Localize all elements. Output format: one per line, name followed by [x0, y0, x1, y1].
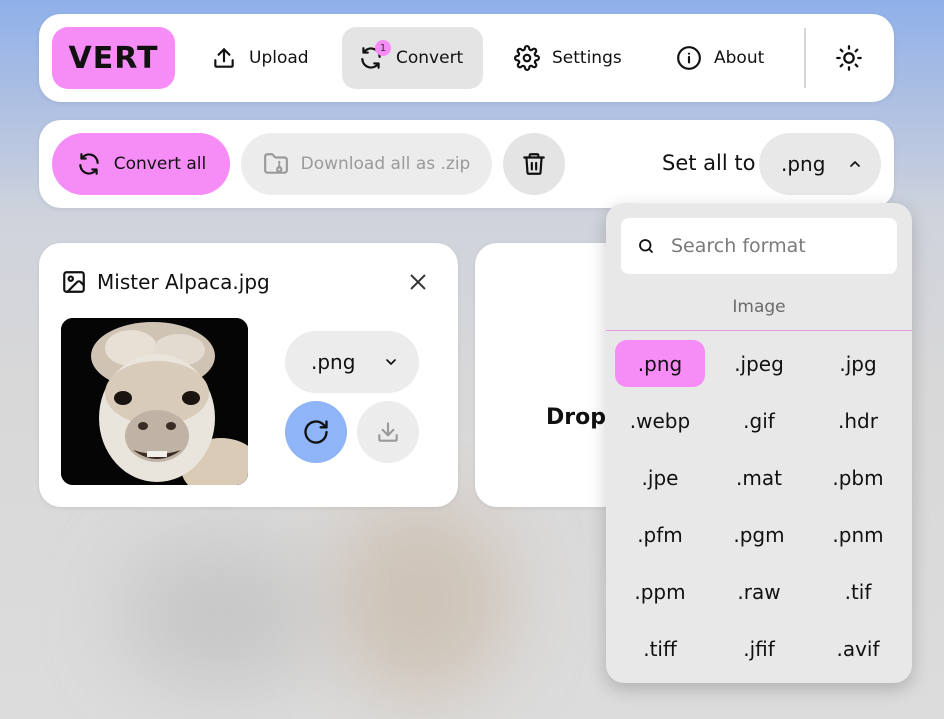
file-thumbnail: [61, 318, 248, 485]
format-option[interactable]: .webp: [615, 397, 705, 444]
format-option[interactable]: .pnm: [813, 511, 903, 558]
image-icon: [63, 271, 85, 293]
chevron-up-icon: [850, 161, 860, 167]
file-title: Mister Alpaca.jpg: [61, 269, 270, 295]
theme-toggle-sun-icon[interactable]: [835, 44, 863, 72]
refresh-icon: [304, 420, 328, 444]
format-option[interactable]: .jfif: [714, 625, 804, 672]
top-navigation: VERT Upload 1 Convert Settings About: [39, 14, 894, 102]
format-option[interactable]: .pgm: [714, 511, 804, 558]
format-option[interactable]: .jpeg: [714, 340, 804, 387]
format-search: [621, 218, 897, 274]
format-option[interactable]: .hdr: [813, 397, 903, 444]
download-file-button[interactable]: [357, 401, 419, 463]
convert-file-button[interactable]: [285, 401, 347, 463]
set-all-value: .png: [781, 152, 826, 176]
nav-convert-label: Convert: [396, 48, 464, 68]
download-zip-label: Download all as .zip: [300, 154, 471, 174]
nav-divider: [804, 28, 806, 88]
file-card: Mister Alpaca.jpg .png: [39, 243, 458, 507]
convert-all-label: Convert all: [113, 154, 207, 174]
nav-about[interactable]: About: [664, 27, 796, 89]
background-blur: [330, 500, 510, 700]
format-options-grid: .png .jpeg .jpg .webp .gif .hdr .jpe .ma…: [615, 340, 903, 672]
nav-convert[interactable]: 1 Convert: [342, 27, 483, 89]
chevron-down-icon: [386, 359, 396, 365]
folder-archive-icon: [263, 153, 288, 174]
set-all-label: Set all to: [662, 151, 756, 175]
convert-all-button[interactable]: Convert all: [52, 133, 230, 195]
nav-settings-label: Settings: [552, 48, 622, 68]
format-option[interactable]: .raw: [714, 568, 804, 615]
format-category-label: Image: [732, 297, 786, 317]
file-format-value: .png: [311, 350, 356, 374]
set-all-format-select[interactable]: .png: [759, 133, 881, 195]
format-option[interactable]: .avif: [813, 625, 903, 672]
format-option[interactable]: .ppm: [615, 568, 705, 615]
gear-icon: [514, 45, 540, 71]
format-option[interactable]: .png: [615, 340, 705, 387]
info-icon: [677, 46, 701, 70]
search-icon: [639, 239, 653, 253]
refresh-icon: [79, 153, 99, 175]
file-name: Mister Alpaca.jpg: [97, 270, 270, 294]
nav-settings[interactable]: Settings: [502, 27, 644, 89]
drop-zone-text: Drop: [546, 405, 606, 430]
background-blur: [120, 540, 320, 690]
convert-count-badge: 1: [375, 40, 391, 56]
nav-upload[interactable]: Upload: [199, 27, 331, 89]
download-zip-button[interactable]: Download all as .zip: [241, 133, 492, 195]
format-option[interactable]: .pfm: [615, 511, 705, 558]
format-option[interactable]: .gif: [714, 397, 804, 444]
format-option[interactable]: .tif: [813, 568, 903, 615]
format-option[interactable]: .pbm: [813, 454, 903, 501]
close-icon[interactable]: [407, 271, 429, 293]
format-option[interactable]: .jpg: [813, 340, 903, 387]
file-format-select[interactable]: .png: [285, 331, 419, 393]
alpaca-image: [61, 318, 248, 485]
trash-icon: [523, 153, 545, 175]
category-divider: [606, 330, 912, 331]
format-search-input[interactable]: [669, 234, 893, 258]
conversion-toolbar: Convert all Download all as .zip Set all…: [39, 120, 894, 208]
clear-all-button[interactable]: [503, 133, 565, 195]
nav-upload-label: Upload: [249, 48, 309, 68]
vert-logo[interactable]: VERT: [52, 27, 175, 89]
format-option[interactable]: .mat: [714, 454, 804, 501]
download-icon: [378, 422, 398, 442]
format-option[interactable]: .jpe: [615, 454, 705, 501]
upload-icon: [214, 48, 234, 68]
format-option[interactable]: .tiff: [615, 625, 705, 672]
nav-about-label: About: [714, 48, 765, 68]
format-dropdown: Image .png .jpeg .jpg .webp .gif .hdr .j…: [606, 203, 912, 683]
